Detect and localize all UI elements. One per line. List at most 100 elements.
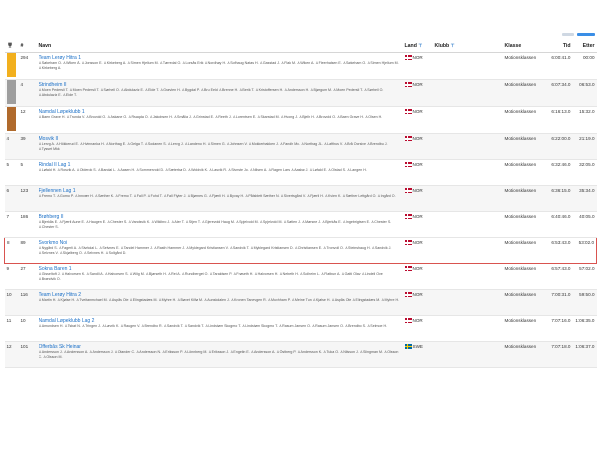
column-header-rank[interactable]: [4, 40, 19, 53]
place-number: 11: [6, 318, 12, 323]
flag-nor-icon: [404, 318, 412, 324]
table-row[interactable]: 8 89 Svorkmo Noi ♙Nygård S. ♙Fagerli A. ♙Si…: [4, 237, 597, 264]
cell-club: [432, 159, 503, 186]
finish-time: 6:32:46.0: [551, 162, 571, 167]
cell-after: 00:00: [572, 52, 597, 80]
cell-name: Rindal Il Lag 1 ♙Løfald H. ♙Rosvik A. ♙Ol…: [36, 159, 403, 186]
bib-number: 5: [20, 162, 24, 167]
cell-country: NOR: [402, 289, 433, 316]
filter-icon[interactable]: ⊤: [418, 43, 422, 48]
cell-time: 6:36:15.0: [544, 185, 573, 212]
cell-place: 12: [4, 341, 19, 368]
cell-place: 9: [4, 263, 19, 290]
cell-time: 7:07:16.0: [544, 315, 573, 342]
bib-number: 294: [20, 55, 29, 60]
team-members: ♙Nygård S. ♙Fagerli A. ♙Sivrkdal L. ♙Sel…: [38, 246, 392, 256]
cell-name: Brøhberg II ♙Bjerkås E. ♙Fjærli Aune E. ♙…: [36, 211, 403, 238]
flag-nor-icon: [404, 109, 412, 115]
table-row[interactable]: 5 5 Rindal Il Lag 1 ♙Løfald H. ♙Rosvik A. ♙…: [4, 159, 597, 186]
cell-place: 5: [4, 159, 19, 186]
place-number: 7: [6, 214, 10, 219]
results-table: # Navn Land ⊤ Klubb ⊤ Klasse Tid Etter 1…: [4, 40, 597, 368]
cell-after: 21:19.0: [572, 133, 597, 160]
table-row[interactable]: 7 186 Brøhberg II ♙Bjerkås E. ♙Fjærli Aune …: [4, 211, 597, 238]
flag-nor-icon: [404, 240, 412, 246]
view-toggle[interactable]: [535, 33, 595, 36]
cell-time: 6:07:34.0: [544, 79, 573, 107]
cell-class: Motionsklassen: [502, 211, 545, 238]
cell-after: 59:50.0: [572, 289, 597, 316]
view-toggle-option-list[interactable]: [562, 33, 574, 36]
time-behind: 59:50.0: [579, 292, 595, 297]
cell-name: Sokna Baren 1 ♙Gisseltoft J. ♙Halvorsen K…: [36, 263, 403, 290]
cell-country: NOR: [402, 106, 433, 134]
cell-after: 53:02.0: [572, 237, 597, 264]
cell-bib: 27: [18, 263, 37, 290]
place-number: 10: [6, 292, 12, 297]
cell-country: NOR: [402, 263, 433, 290]
cell-after: 40:05.0: [572, 211, 597, 238]
column-header-club[interactable]: Klubb ⊤: [432, 40, 503, 53]
table-row[interactable]: 11 10 Namdal Løpeklubb Lag 2 ♙Amundsen H. ♙…: [4, 315, 597, 342]
place-number: 4: [6, 136, 10, 141]
cell-club: [432, 52, 503, 80]
cell-after: 06:53.0: [572, 79, 597, 107]
class-name: Motionsklassen: [504, 240, 537, 245]
cell-time: 6:16:13.0: [544, 106, 573, 134]
column-header-name[interactable]: Navn: [36, 40, 403, 53]
cell-place: 8: [4, 237, 19, 264]
team-members: ♙Baen Grave H. ♙Trunda V. ♙Brovold O. ♙A…: [38, 115, 383, 120]
medal-silver-icon: [6, 80, 16, 104]
place-number: 6: [6, 188, 10, 193]
cell-club: [432, 79, 503, 107]
flag-swe-icon: [404, 344, 412, 350]
place-number: 5: [6, 162, 10, 167]
table-row[interactable]: 4 39 Mosvik II ♙Lervg A. ♙Hökkerud E. ♙Hvin…: [4, 133, 597, 160]
bib-number: 186: [20, 214, 29, 219]
column-header-class[interactable]: Klasse: [502, 40, 545, 53]
cell-class: Motionsklassen: [502, 79, 545, 107]
table-row[interactable]: 24 Strindheim II♙Moen Pedersli T. ♙Moen P…: [4, 79, 597, 107]
cell-name: Namdal Løpeklubb 1 ♙Baen Grave H. ♙Trunda…: [36, 106, 403, 134]
column-header-time[interactable]: Tid: [544, 40, 573, 53]
cell-place: 11: [4, 315, 19, 342]
cell-time: 7:07:18.0: [544, 341, 573, 368]
finish-time: 6:16:13.0: [551, 109, 571, 114]
cell-class: Motionsklassen: [502, 289, 545, 316]
class-name: Motionsklassen: [504, 188, 537, 193]
place-number: 9: [6, 266, 10, 271]
cell-club: [432, 263, 503, 290]
country-code: NOR: [412, 240, 423, 245]
filter-icon[interactable]: ⊤: [451, 43, 455, 48]
class-name: Motionsklassen: [504, 266, 537, 271]
table-header: # Navn Land ⊤ Klubb ⊤ Klasse Tid Etter: [4, 40, 597, 53]
place-number: 8: [7, 240, 10, 245]
cell-club: [432, 185, 503, 212]
finish-time: 6:07:34.0: [551, 82, 571, 87]
view-toggle-option-table[interactable]: [577, 33, 595, 36]
cell-bib: 5: [18, 159, 37, 186]
table-row[interactable]: 10 116 Team Lerøy Hitra 2 ♙Martin H. ♙Kjøls…: [4, 289, 597, 316]
results-page: # Navn Land ⊤ Klubb ⊤ Klasse Tid Etter 1…: [0, 0, 600, 450]
class-name: Motionsklassen: [504, 109, 537, 114]
column-header-number[interactable]: #: [18, 40, 37, 53]
column-header-after[interactable]: Etter: [572, 40, 597, 53]
country-code: SWE: [412, 344, 423, 349]
bib-number: 101: [20, 344, 29, 349]
table-row[interactable]: 12 101 Offerbås Sk Heinar ♙Andersson J. ♙An…: [4, 341, 597, 368]
class-name: Motionsklassen: [504, 344, 537, 349]
cell-country: NOR: [402, 79, 433, 107]
cell-time: 6:53:43.0: [544, 237, 573, 264]
country-code: NOR: [412, 318, 423, 323]
cell-country: SWE: [402, 341, 433, 368]
table-row[interactable]: 6 123 Fjellennen Lag 1 ♙Fremo T. ♙Gomo P. ♙…: [4, 185, 597, 212]
table-row[interactable]: 9 27 Sokna Baren 1 ♙Gisseltoft J. ♙Halvorse…: [4, 263, 597, 290]
flag-nor-icon: [404, 266, 412, 272]
cell-time: 6:32:46.0: [544, 159, 573, 186]
column-header-country[interactable]: Land ⊤: [402, 40, 433, 53]
table-row[interactable]: 1294 Team Lerøy Hitra 1♙Søkeham O. ♙Wiken…: [4, 52, 597, 80]
flag-nor-icon: [404, 136, 412, 142]
country-code: NOR: [412, 266, 423, 271]
table-row[interactable]: 312 Namdal Løpeklubb 1♙Baen Grave H. ♙Tru…: [4, 106, 597, 134]
flag-nor-icon: [404, 82, 412, 88]
